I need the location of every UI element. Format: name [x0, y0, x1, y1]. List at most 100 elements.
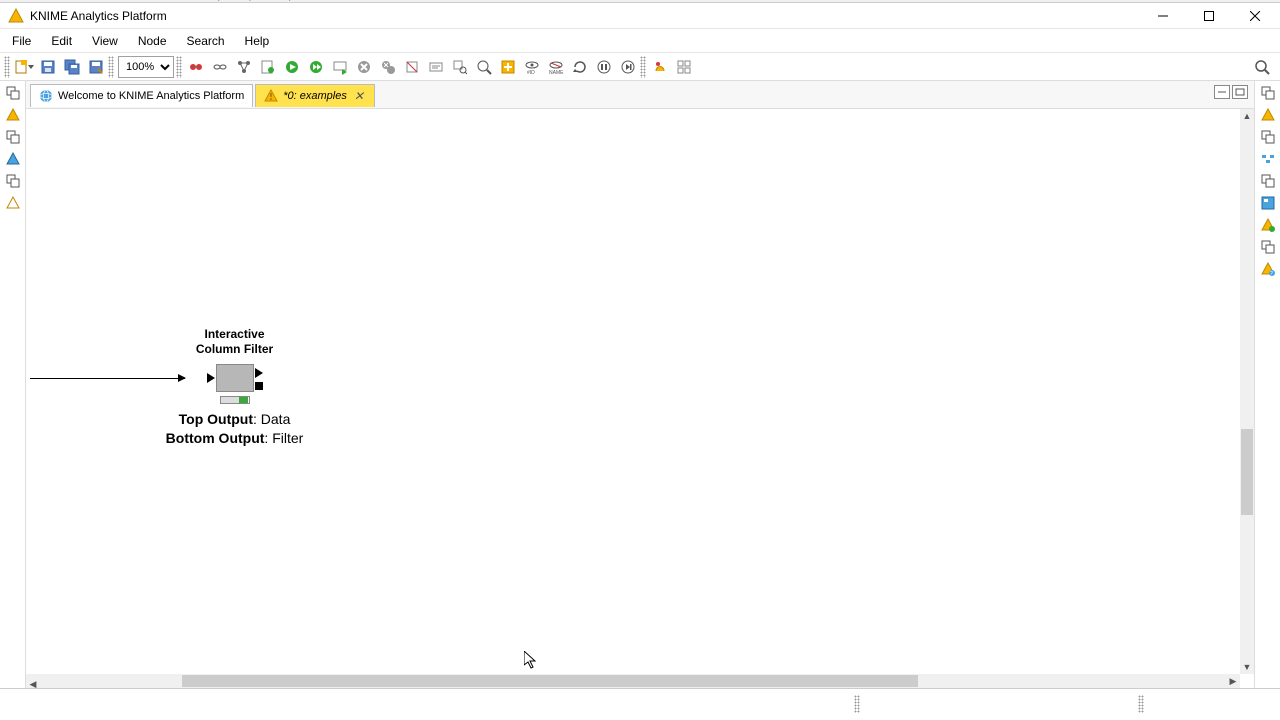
menubar: File Edit View Node Search Help	[0, 29, 1280, 53]
add-node-button[interactable]	[497, 56, 519, 78]
bottom-sash[interactable]	[0, 688, 1280, 718]
scroll-thumb[interactable]	[1241, 429, 1253, 515]
console-view-icon[interactable]	[1258, 215, 1278, 235]
explorer-view-icon[interactable]	[3, 105, 23, 125]
warning-icon	[264, 89, 278, 103]
scroll-left-icon[interactable]: ◀	[26, 678, 40, 689]
menu-file[interactable]: File	[2, 31, 41, 51]
loop-run-button[interactable]	[569, 56, 591, 78]
node-repo-view-icon[interactable]	[3, 193, 23, 213]
hub-button[interactable]	[649, 56, 671, 78]
globe-icon	[39, 89, 53, 103]
new-workflow-button[interactable]	[13, 56, 35, 78]
menu-view[interactable]: View	[82, 31, 128, 51]
toggle-node-name-button[interactable]: NAME	[545, 56, 567, 78]
save-as-button[interactable]	[85, 56, 107, 78]
workflow-coach-view-icon[interactable]	[3, 149, 23, 169]
svg-text:NAME: NAME	[549, 70, 564, 75]
restore-view-icon[interactable]	[1258, 83, 1278, 103]
restore-view-icon[interactable]	[1258, 171, 1278, 191]
input-port-icon[interactable]	[207, 373, 215, 383]
outline-view-icon[interactable]	[1258, 193, 1278, 213]
anno-top-bold: Top Output	[179, 411, 253, 427]
node-annotation[interactable]: Top Output: Data Bottom Output: Filter	[122, 410, 347, 448]
horizontal-scrollbar[interactable]: ◀ ▶	[26, 674, 1240, 688]
editor-minimize-button[interactable]	[1214, 85, 1230, 99]
mouse-cursor-icon	[524, 651, 540, 671]
output-port-data-icon[interactable]	[255, 368, 263, 378]
menu-node[interactable]: Node	[128, 31, 177, 51]
workflow-canvas[interactable]: Interactive Column Filter Top Output: Da…	[26, 109, 1254, 688]
window-close-button[interactable]	[1232, 3, 1278, 29]
save-button[interactable]	[37, 56, 59, 78]
node-status-traffic-light	[220, 396, 250, 404]
layout-button[interactable]	[233, 56, 255, 78]
tab-welcome[interactable]: Welcome to KNIME Analytics Platform	[30, 84, 253, 107]
workspace: Welcome to KNIME Analytics Platform *0: …	[0, 81, 1280, 688]
node-title-line1: Interactive	[122, 327, 347, 342]
loop-step-button[interactable]	[617, 56, 639, 78]
anno-bot-rest: : Filter	[264, 430, 303, 446]
editor-maximize-button[interactable]	[1232, 85, 1248, 99]
editor-area: Welcome to KNIME Analytics Platform *0: …	[26, 81, 1254, 688]
configure-button[interactable]	[257, 56, 279, 78]
toolbar-grip[interactable]	[176, 56, 182, 78]
hub-view-icon[interactable]	[1258, 149, 1278, 169]
toolbar-grip[interactable]	[640, 56, 646, 78]
tab-welcome-label: Welcome to KNIME Analytics Platform	[58, 90, 244, 102]
scroll-up-icon[interactable]: ▲	[1240, 109, 1254, 123]
restore-view-icon[interactable]	[1258, 237, 1278, 257]
sash-grip[interactable]	[1138, 695, 1144, 713]
tab-examples-label: *0: examples	[283, 90, 347, 102]
tab-close-icon[interactable]: ✕	[352, 89, 366, 103]
sash-grip[interactable]	[854, 695, 860, 713]
toolbar-grip[interactable]	[108, 56, 114, 78]
svg-text:#ID: #ID	[527, 70, 535, 75]
find-button[interactable]	[449, 56, 471, 78]
menu-edit[interactable]: Edit	[41, 31, 82, 51]
scroll-thumb[interactable]	[182, 675, 917, 687]
window-titlebar: KNIME Analytics Platform	[0, 3, 1280, 29]
execute-view-button[interactable]	[329, 56, 351, 78]
restore-view-icon[interactable]	[3, 127, 23, 147]
app-icon	[8, 8, 24, 24]
loop-pause-button[interactable]	[593, 56, 615, 78]
main-toolbar: 100% #ID NAME	[0, 53, 1280, 81]
cancel-all-button[interactable]	[377, 56, 399, 78]
reset-button[interactable]	[401, 56, 423, 78]
svg-text:?: ?	[1270, 271, 1273, 276]
tab-examples[interactable]: *0: examples ✕	[255, 84, 375, 107]
scroll-right-icon[interactable]: ▶	[1226, 674, 1240, 688]
toolbar-search-button[interactable]	[1251, 56, 1273, 78]
vertical-scrollbar[interactable]: ▲ ▼	[1240, 109, 1254, 674]
variable-button[interactable]	[185, 56, 207, 78]
editor-tabbar: Welcome to KNIME Analytics Platform *0: …	[26, 81, 1254, 109]
node-interactive-column-filter[interactable]: Interactive Column Filter Top Output: Da…	[122, 327, 347, 448]
zoom-select[interactable]: 100%	[118, 56, 174, 78]
toggle-node-id-button[interactable]: #ID	[521, 56, 543, 78]
window-title: KNIME Analytics Platform	[30, 9, 167, 23]
scroll-down-icon[interactable]: ▼	[1240, 660, 1254, 674]
link-nodes-button[interactable]	[209, 56, 231, 78]
cancel-button[interactable]	[353, 56, 375, 78]
anno-top-rest: : Data	[253, 411, 290, 427]
output-port-filter-icon[interactable]	[255, 382, 263, 390]
restore-view-icon[interactable]	[3, 171, 23, 191]
save-all-button[interactable]	[61, 56, 83, 78]
monitor-view-icon[interactable]: ?	[1258, 259, 1278, 279]
execute-button[interactable]	[281, 56, 303, 78]
edit-annotation-button[interactable]	[425, 56, 447, 78]
node-body[interactable]	[216, 364, 254, 392]
zoom-find-button[interactable]	[473, 56, 495, 78]
execute-all-button[interactable]	[305, 56, 327, 78]
restore-view-icon[interactable]	[3, 83, 23, 103]
grid-align-button[interactable]	[673, 56, 695, 78]
window-minimize-button[interactable]	[1140, 3, 1186, 29]
window-maximize-button[interactable]	[1186, 3, 1232, 29]
menu-help[interactable]: Help	[235, 31, 280, 51]
node-title-line2: Column Filter	[122, 342, 347, 357]
desc-view-icon[interactable]	[1258, 105, 1278, 125]
toolbar-grip[interactable]	[4, 56, 10, 78]
restore-view-icon[interactable]	[1258, 127, 1278, 147]
menu-search[interactable]: Search	[177, 31, 235, 51]
